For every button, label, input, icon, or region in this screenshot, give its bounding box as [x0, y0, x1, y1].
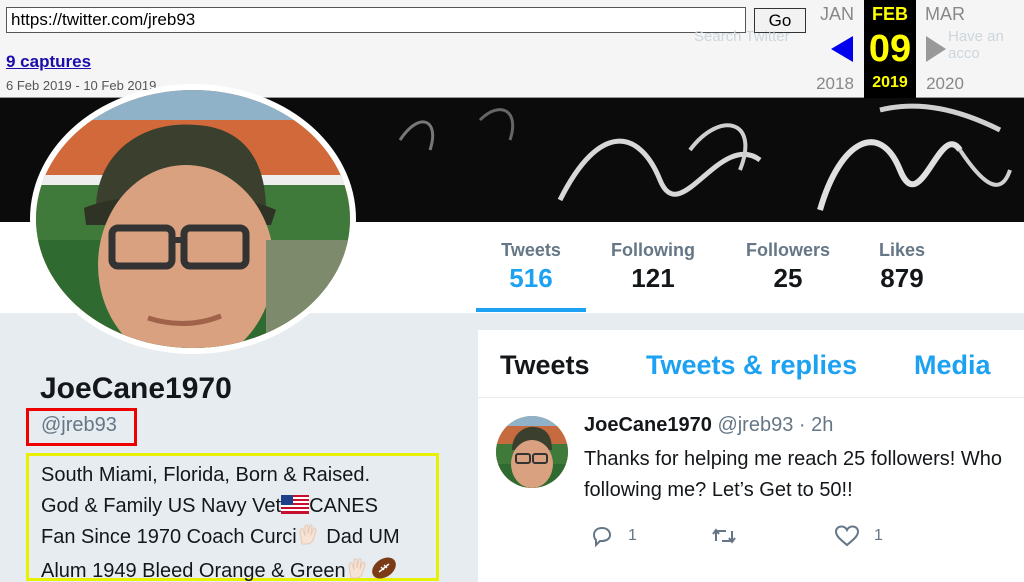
stat-value: 879: [880, 263, 924, 293]
ghost-search-text: Search Twitter: [694, 28, 790, 45]
raised-hands-icon: [346, 556, 370, 582]
wayback-toolbar: https://twitter.com/jreb93 Go 9 captures…: [0, 0, 1024, 98]
stat-likes[interactable]: Likes 879: [864, 240, 940, 294]
bio-line: God & Family US Navy Vet CANES: [41, 491, 436, 522]
tweet-author-name[interactable]: JoeCane1970: [584, 414, 712, 436]
us-flag-icon: [281, 493, 310, 514]
stat-value: 516: [509, 263, 553, 293]
bio-text: God & Family US Navy Vet: [41, 495, 282, 517]
reply-icon: [592, 526, 612, 548]
retweet-icon: [712, 528, 736, 544]
stat-label: Tweets: [501, 240, 561, 260]
stat-following[interactable]: Following 121: [600, 240, 706, 294]
bio-line: Fan Since 1970 Coach Curci Dad UM: [41, 522, 436, 556]
stat-value: 25: [773, 263, 803, 293]
wayback-url-input[interactable]: https://twitter.com/jreb93: [6, 7, 746, 33]
wayback-next-month[interactable]: MAR: [920, 4, 970, 25]
wayback-prev-month[interactable]: JAN: [812, 4, 862, 25]
tweet-text-line: following me? Let’s Get to 50!!: [584, 479, 853, 501]
bio-text: Dad UM: [320, 526, 400, 548]
tab-media[interactable]: Media: [914, 350, 991, 381]
wayback-active-month: FEB: [872, 4, 908, 24]
wayback-captures-link[interactable]: 9 captures: [6, 52, 91, 72]
page-root: https://twitter.com/jreb93 Go 9 captures…: [0, 0, 1024, 582]
stat-tweets[interactable]: Tweets 516: [476, 240, 586, 294]
heart-icon: [834, 525, 860, 547]
bio-text: CANES: [309, 495, 378, 517]
profile-avatar[interactable]: [30, 84, 356, 354]
bio-text: Fan Since 1970 Coach Curci: [41, 526, 297, 548]
bio-line: South Miami, Florida, Born & Raised.: [41, 464, 371, 486]
stat-label: Following: [611, 240, 695, 260]
wayback-next-arrow-icon[interactable]: [926, 36, 946, 62]
ghost-account-text: Have an acco: [948, 28, 1004, 62]
wayback-active-year: 2019: [872, 74, 908, 91]
tweet-header: JoeCane1970 @jreb93 · 2h: [584, 414, 833, 437]
wayback-prev-arrow-icon[interactable]: [831, 36, 853, 62]
reply-button[interactable]: 1: [590, 524, 637, 548]
stat-label: Followers: [745, 240, 830, 260]
profile-bio: South Miami, Florida, Born & Raised. God…: [26, 453, 439, 582]
active-stat-underline: [476, 308, 586, 312]
like-count: 1: [874, 527, 883, 544]
stat-followers[interactable]: Followers 25: [736, 240, 840, 294]
tweet-time[interactable]: · 2h: [799, 414, 833, 436]
timeline: Tweets Tweets & replies Media JoeCane197…: [478, 330, 1024, 582]
tweet-avatar[interactable]: [496, 416, 568, 488]
stat-label: Likes: [878, 240, 926, 260]
tweet-text-line: Thanks for helping me reach 25 followers…: [584, 448, 1002, 470]
stat-value: 121: [631, 263, 675, 293]
retweet-button[interactable]: [710, 524, 752, 548]
profile-name[interactable]: JoeCane1970: [40, 372, 232, 406]
reply-count: 1: [628, 527, 637, 544]
timeline-tabs: Tweets Tweets & replies Media: [478, 330, 1024, 398]
bio-line: Alum 1949 Bleed Orange & Green: [41, 556, 436, 582]
bio-text: Alum 1949 Bleed Orange & Green: [41, 560, 346, 582]
wayback-next-year[interactable]: 2020: [920, 74, 970, 94]
tweet-text: Thanks for helping me reach 25 followers…: [584, 444, 1024, 506]
tab-tweets[interactable]: Tweets: [500, 350, 590, 381]
wayback-active-date: FEB 09 2019: [864, 0, 916, 98]
profile-handle[interactable]: @jreb93: [26, 408, 137, 446]
raised-hands-icon: [297, 522, 321, 556]
wayback-prev-year[interactable]: 2018: [810, 74, 860, 94]
football-icon: [370, 556, 398, 582]
tweet-author-handle[interactable]: @jreb93: [717, 414, 793, 436]
like-button[interactable]: 1: [834, 524, 883, 548]
wayback-active-day: 09: [868, 28, 912, 70]
tab-tweets-replies[interactable]: Tweets & replies: [646, 350, 857, 381]
